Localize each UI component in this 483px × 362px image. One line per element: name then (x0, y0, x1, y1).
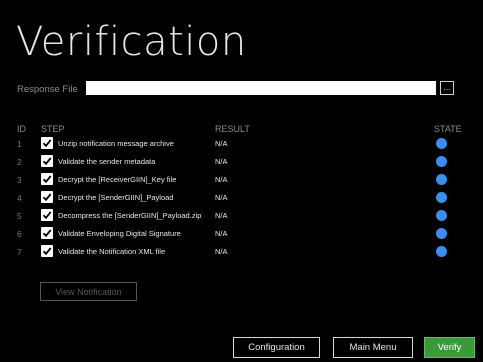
row-step: Decrypt the [SenderGIIN]_Payload (58, 193, 174, 202)
table-row: 3 Decrypt the [ReceiverGIIN]_Key file N/A (0, 173, 483, 187)
state-indicator-icon (436, 192, 447, 203)
step-checkbox[interactable] (41, 155, 53, 167)
row-result: N/A (215, 157, 228, 166)
row-step: Validate Enveloping Digital Signature (58, 229, 181, 238)
row-id: 2 (17, 157, 22, 167)
row-result: N/A (215, 229, 228, 238)
state-indicator-icon (436, 210, 447, 221)
row-id: 5 (17, 211, 22, 221)
checkmark-icon (42, 175, 52, 184)
state-indicator-icon (436, 156, 447, 167)
row-result: N/A (215, 193, 228, 202)
configuration-button[interactable]: Configuration (233, 337, 320, 358)
row-step: Validate the Notification XML file (58, 247, 166, 256)
checkmark-icon (42, 229, 52, 238)
table-row: 6 Validate Enveloping Digital Signature N/… (0, 227, 483, 241)
table-row: 4 Decrypt the [SenderGIIN]_Payload N/A (0, 191, 483, 205)
checkmark-icon (42, 139, 52, 148)
row-id: 6 (17, 229, 22, 239)
table-row: 1 Unzip notification message archive N/A (0, 137, 483, 151)
header-state: STATE (434, 124, 462, 134)
row-id: 1 (17, 139, 22, 149)
row-step: Decompress the [SenderGIIN]_Payload.zip (58, 211, 202, 220)
header-step: STEP (41, 124, 65, 134)
step-checkbox[interactable] (41, 191, 53, 203)
row-result: N/A (215, 139, 228, 148)
response-file-input[interactable] (86, 81, 436, 95)
checkmark-icon (42, 157, 52, 166)
step-checkbox[interactable] (41, 209, 53, 221)
state-indicator-icon (436, 174, 447, 185)
table-row: 5 Decompress the [SenderGIIN]_Payload.zip… (0, 209, 483, 223)
row-id: 7 (17, 247, 22, 257)
checkmark-icon (42, 211, 52, 220)
row-result: N/A (215, 211, 228, 220)
table-row: 2 Validate the sender metadata N/A (0, 155, 483, 169)
response-file-label: Response File (17, 84, 78, 95)
verify-button[interactable]: Verify (424, 337, 475, 358)
row-result: N/A (215, 247, 228, 256)
step-checkbox[interactable] (41, 173, 53, 185)
header-id: ID (17, 124, 26, 134)
header-result: RESULT (215, 124, 250, 134)
view-notification-button[interactable]: View Notification (40, 282, 137, 301)
row-step: Validate the sender metadata (58, 157, 156, 166)
state-indicator-icon (436, 228, 447, 239)
checkmark-icon (42, 193, 52, 202)
state-indicator-icon (436, 246, 447, 257)
page-title: Verification (16, 19, 247, 65)
state-indicator-icon (436, 138, 447, 149)
row-id: 3 (17, 175, 22, 185)
row-id: 4 (17, 193, 22, 203)
step-checkbox[interactable] (41, 227, 53, 239)
row-result: N/A (215, 175, 228, 184)
row-step: Unzip notification message archive (58, 139, 174, 148)
table-row: 7 Validate the Notification XML file N/A (0, 245, 483, 259)
step-checkbox[interactable] (41, 137, 53, 149)
checkmark-icon (42, 247, 52, 256)
browse-button[interactable]: ... (440, 81, 454, 95)
row-step: Decrypt the [ReceiverGIIN]_Key file (58, 175, 177, 184)
main-menu-button[interactable]: Main Menu (333, 337, 413, 358)
step-checkbox[interactable] (41, 245, 53, 257)
